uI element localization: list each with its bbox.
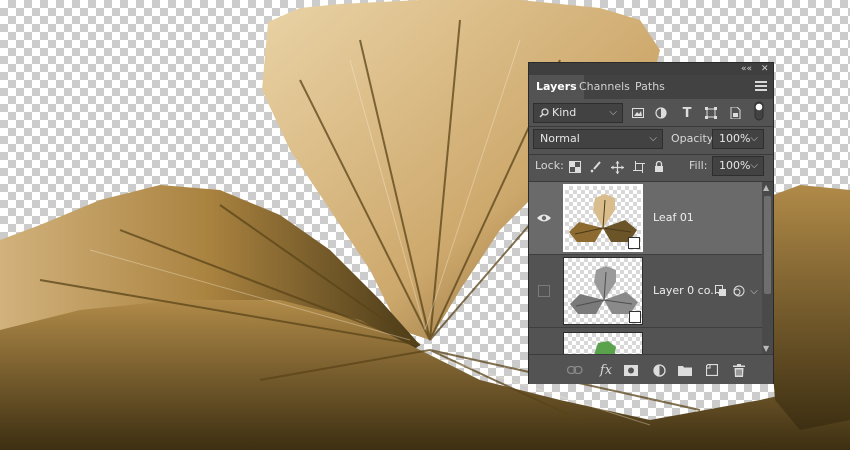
smart-object-badge-icon xyxy=(628,237,640,249)
filter-type-icon[interactable]: T xyxy=(679,105,695,121)
smart-filter-icon[interactable] xyxy=(731,283,747,299)
scroll-up-icon[interactable]: ▲ xyxy=(763,183,769,192)
panel-title-bar[interactable]: «« ✕ xyxy=(529,63,773,75)
trash-icon[interactable] xyxy=(730,361,748,379)
scroll-down-icon[interactable]: ▼ xyxy=(763,344,769,353)
layer-thumbnail[interactable] xyxy=(563,257,643,325)
add-mask-icon[interactable] xyxy=(622,361,640,379)
lock-transparent-pixels-icon[interactable] xyxy=(567,159,583,175)
new-layer-icon[interactable] xyxy=(703,361,721,379)
adjustment-layer-icon[interactable] xyxy=(650,361,668,379)
lock-image-pixels-icon[interactable] xyxy=(587,159,603,175)
lock-position-icon[interactable] xyxy=(609,159,625,175)
layer-list: Leaf 01 Layer 0 co... ⌵ xyxy=(529,182,762,354)
fill-input[interactable]: 100% ⌵ xyxy=(712,156,764,176)
lock-label: Lock: xyxy=(535,159,564,172)
fx-icon[interactable]: fx xyxy=(597,361,615,379)
visibility-toggle[interactable] xyxy=(535,282,553,300)
lock-row: Lock: Fill: 100% ⌵ xyxy=(529,156,773,178)
smart-object-badge-icon xyxy=(629,311,641,323)
layer-row-3[interactable] xyxy=(529,328,762,354)
panel-footer: fx xyxy=(529,354,773,384)
filter-pixel-icon[interactable] xyxy=(630,105,646,121)
layer-row-layer-0-copy[interactable]: Layer 0 co... ⌵ xyxy=(529,255,762,328)
scroll-thumb[interactable] xyxy=(764,196,771,294)
layer-name[interactable]: Layer 0 co... xyxy=(653,284,721,297)
filter-kind-select[interactable]: Kind ⌵ xyxy=(533,103,623,123)
layers-panel: «« ✕ Layers Channels Paths Kind ⌵ T Norm… xyxy=(528,62,774,384)
panel-tabs: Layers Channels Paths xyxy=(529,75,773,99)
tab-paths[interactable]: Paths xyxy=(628,75,672,99)
group-folder-icon[interactable] xyxy=(676,361,694,379)
blend-row: Normal ⌵ Opacity: 100% ⌵ xyxy=(529,129,773,151)
expand-effects-chevron-icon[interactable]: ⌵ xyxy=(746,283,762,299)
green-leaf-thumbnail xyxy=(594,341,616,354)
filter-effects-icon[interactable] xyxy=(713,283,729,299)
layer-thumbnail[interactable] xyxy=(563,332,643,354)
panel-menu-icon[interactable] xyxy=(755,81,767,93)
collapse-panel-icon[interactable]: «« xyxy=(741,63,752,75)
layer-list-scrollbar[interactable]: ▲ ▼ xyxy=(762,182,773,354)
lock-artboard-icon[interactable] xyxy=(631,159,647,175)
filter-adjustment-icon[interactable] xyxy=(653,105,669,121)
lock-all-icon[interactable] xyxy=(651,159,667,175)
opacity-label: Opacity: xyxy=(671,132,717,145)
blend-mode-select[interactable]: Normal ⌵ xyxy=(533,129,663,149)
close-panel-icon[interactable]: ✕ xyxy=(761,63,769,75)
filter-shape-icon[interactable] xyxy=(703,105,719,121)
layer-row-leaf-01[interactable]: Leaf 01 xyxy=(529,182,762,255)
search-icon xyxy=(539,108,549,118)
opacity-input[interactable]: 100% ⌵ xyxy=(712,129,764,149)
filter-toggle-icon[interactable] xyxy=(751,101,767,121)
layer-name[interactable]: Leaf 01 xyxy=(653,211,694,224)
eye-icon[interactable] xyxy=(535,209,553,227)
filter-smart-object-icon[interactable] xyxy=(727,105,743,121)
filter-row: Kind ⌵ T xyxy=(529,101,773,125)
fill-label: Fill: xyxy=(689,159,708,172)
layer-thumbnail[interactable] xyxy=(563,184,643,252)
link-layers-icon[interactable] xyxy=(566,361,584,379)
